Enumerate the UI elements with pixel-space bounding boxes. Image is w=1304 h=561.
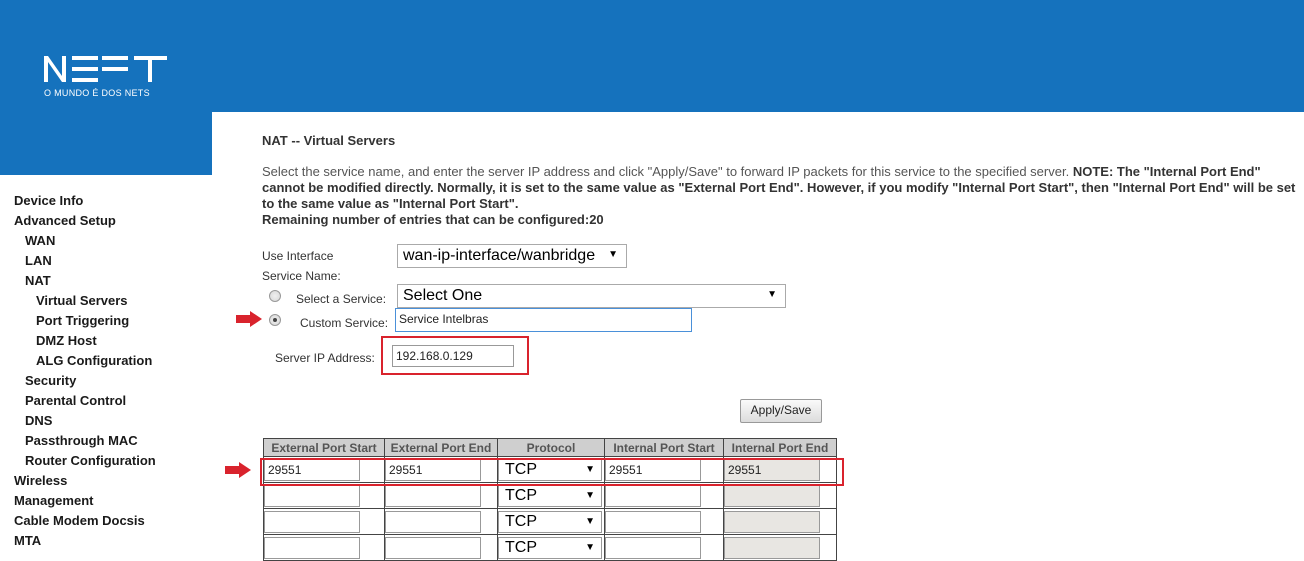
select-service-value: Select One: [403, 287, 483, 304]
col-header-protocol: Protocol: [497, 438, 605, 457]
select-service-dropdown[interactable]: Select One ▼: [397, 284, 786, 308]
internal-port-end-input: [724, 511, 820, 533]
custom-service-input[interactable]: Service Intelbras: [395, 308, 692, 332]
col-header-internal-port-start: Internal Port Start: [604, 438, 724, 457]
col-header-external-port-end: External Port End: [384, 438, 498, 457]
sidebar-item-nat[interactable]: NAT: [25, 273, 51, 288]
sidebar-item-parental-control[interactable]: Parental Control: [25, 393, 126, 408]
sidebar-item-wan[interactable]: WAN: [25, 233, 55, 248]
custom-service-label: Custom Service:: [300, 316, 389, 330]
header-banner: [0, 0, 1304, 112]
sidebar-item-router-configuration[interactable]: Router Configuration: [25, 453, 156, 468]
sidebar-item-wireless[interactable]: Wireless: [14, 473, 67, 488]
use-interface-select[interactable]: wan-ip-interface/wanbridge ▼: [397, 244, 627, 268]
col-header-external-port-start: External Port Start: [263, 438, 385, 457]
external-port-end-input[interactable]: [385, 485, 481, 507]
sidebar-item-device-info[interactable]: Device Info: [14, 193, 83, 208]
protocol-select[interactable]: TCP ▼: [498, 537, 602, 559]
sidebar-item-lan[interactable]: LAN: [25, 253, 52, 268]
sidebar-item-dmz-host[interactable]: DMZ Host: [36, 333, 97, 348]
internal-port-start-input[interactable]: [605, 537, 701, 559]
protocol-select[interactable]: TCP ▼: [498, 511, 602, 533]
chevron-down-icon: ▼: [767, 289, 777, 300]
protocol-value: TCP: [505, 539, 537, 556]
sidebar-item-advanced-setup[interactable]: Advanced Setup: [14, 213, 116, 228]
internal-port-end-input: [724, 485, 820, 507]
apply-save-button[interactable]: Apply/Save: [740, 399, 822, 423]
sidebar-item-cable-modem-docsis[interactable]: Cable Modem Docsis: [14, 513, 145, 528]
first-row-highlight: [260, 458, 844, 486]
protocol-select[interactable]: TCP ▼: [498, 485, 602, 507]
description-text: Select the service name, and enter the s…: [262, 164, 1070, 179]
port-forward-table: External Port Start External Port End Pr…: [263, 438, 837, 561]
chevron-down-icon: ▼: [585, 490, 595, 501]
protocol-value: TCP: [505, 513, 537, 530]
logo-tagline: O MUNDO É DOS NETS: [44, 88, 150, 98]
server-ip-input[interactable]: 192.168.0.129: [392, 345, 514, 367]
red-arrow-icon: [225, 462, 251, 478]
server-ip-label: Server IP Address:: [275, 351, 375, 365]
logo-panel: [0, 112, 212, 175]
sidebar-item-virtual-servers[interactable]: Virtual Servers: [36, 293, 128, 308]
page-title: NAT -- Virtual Servers: [262, 133, 396, 148]
service-name-label: Service Name:: [262, 269, 341, 283]
protocol-value: TCP: [505, 487, 537, 504]
chevron-down-icon: ▼: [585, 542, 595, 553]
chevron-down-icon: ▼: [608, 249, 618, 260]
remaining-label: Remaining number of entries that can be …: [262, 212, 590, 227]
table-row: TCP ▼: [263, 534, 837, 561]
external-port-end-input[interactable]: [385, 537, 481, 559]
use-interface-value: wan-ip-interface/wanbridge: [403, 247, 596, 264]
sidebar-item-dns[interactable]: DNS: [25, 413, 52, 428]
internal-port-end-input: [724, 537, 820, 559]
internal-port-start-input[interactable]: [605, 485, 701, 507]
sidebar-item-alg-configuration[interactable]: ALG Configuration: [36, 353, 152, 368]
col-header-internal-port-end: Internal Port End: [723, 438, 837, 457]
page-description: Select the service name, and enter the s…: [262, 164, 1302, 228]
table-header-row: External Port Start External Port End Pr…: [263, 438, 837, 457]
red-arrow-icon: [236, 311, 262, 327]
sidebar-nav: Device Info Advanced Setup WAN LAN NAT V…: [0, 175, 212, 560]
select-service-radio[interactable]: [269, 290, 281, 302]
sidebar-item-port-triggering[interactable]: Port Triggering: [36, 313, 129, 328]
sidebar-item-security[interactable]: Security: [25, 373, 76, 388]
sidebar-item-management[interactable]: Management: [14, 493, 93, 508]
remaining-value: 20: [589, 212, 604, 227]
table-row: TCP ▼: [263, 508, 837, 535]
custom-service-radio[interactable]: [269, 314, 281, 326]
external-port-start-input[interactable]: [264, 485, 360, 507]
external-port-start-input[interactable]: [264, 511, 360, 533]
chevron-down-icon: ▼: [585, 516, 595, 527]
internal-port-start-input[interactable]: [605, 511, 701, 533]
table-row: TCP ▼: [263, 482, 837, 509]
select-service-label: Select a Service:: [296, 292, 387, 306]
sidebar-item-mta[interactable]: MTA: [14, 533, 41, 548]
sidebar-item-passthrough-mac[interactable]: Passthrough MAC: [25, 433, 138, 448]
external-port-end-input[interactable]: [385, 511, 481, 533]
use-interface-label: Use Interface: [262, 249, 334, 263]
external-port-start-input[interactable]: [264, 537, 360, 559]
